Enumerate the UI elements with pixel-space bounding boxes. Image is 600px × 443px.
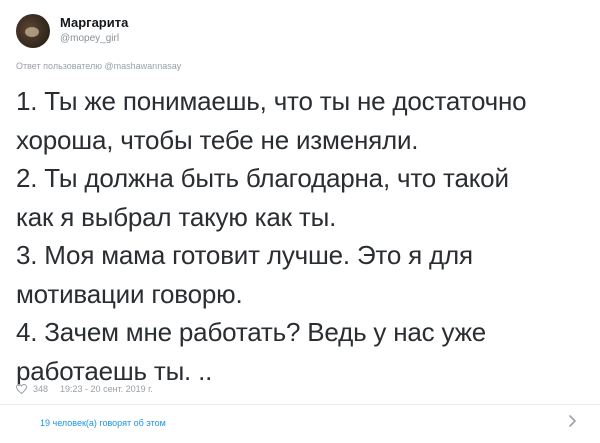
reply-to-prefix: Ответ пользователю xyxy=(16,61,103,71)
people-talking-link[interactable]: 19 человек(а) говорят об этом xyxy=(40,418,166,428)
tweet-line: 1. Ты же понимаешь, что ты не достаточно xyxy=(16,86,527,116)
heart-icon[interactable] xyxy=(16,384,27,394)
tweet-line: мотивации говорю. xyxy=(16,278,243,309)
author-handle[interactable]: @mopey_girl xyxy=(60,33,119,44)
tweet-meta: 348 19:23 - 20 сент. 2019 г. xyxy=(16,384,153,394)
tweet-line: как я выбрал такую как ты. xyxy=(16,201,337,232)
timestamp[interactable]: 19:23 - 20 сент. 2019 г. xyxy=(60,384,153,394)
like-count[interactable]: 348 xyxy=(33,384,48,394)
tweet-line: 4. Зачем мне работать? Ведь у нас уже xyxy=(16,317,487,347)
tweet-text: 1. Ты же понимаешь, что ты не достаточно… xyxy=(16,82,586,390)
avatar[interactable] xyxy=(16,14,50,48)
tweet-line: 2. Ты должна быть благодарна, что такой xyxy=(16,163,509,193)
tweet-line: хороша, чтобы тебе не изменяли. xyxy=(16,124,419,155)
reply-to-handle[interactable]: @mashawannasay xyxy=(105,61,182,71)
divider xyxy=(0,404,600,405)
tweet-line: 3. Моя мама готовит лучше. Это я для xyxy=(16,240,473,270)
reply-to-line: Ответ пользователю @mashawannasay xyxy=(16,61,181,71)
chevron-right-icon[interactable] xyxy=(566,414,578,428)
author-name[interactable]: Маргарита xyxy=(60,15,128,30)
